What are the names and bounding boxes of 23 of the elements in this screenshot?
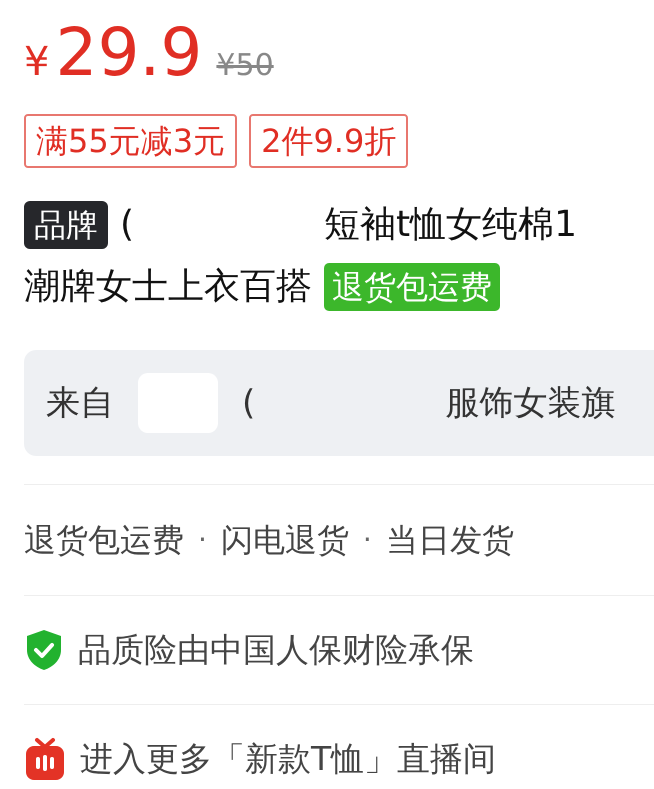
product-title: 潮牌女士上衣百搭 — [24, 265, 312, 309]
separator-dot: · — [362, 522, 372, 558]
free-return-tag: 退货包运费 — [324, 263, 500, 311]
coupon-tag: 2件9.9折 — [249, 114, 408, 168]
separator-dot: · — [198, 522, 207, 558]
currency-symbol: ¥ — [24, 38, 50, 87]
original-price: ¥50 — [216, 47, 274, 85]
store-label: 来自 — [46, 382, 114, 424]
store-name: 服饰女装旗 — [445, 382, 616, 424]
tv-icon — [24, 736, 66, 782]
store-card[interactable]: 来自 ( 服饰女装旗 — [24, 350, 654, 456]
store-name: ( — [242, 382, 256, 424]
service-label: 闪电退货 — [220, 520, 349, 561]
coupon-tag: 满55元减3元 — [24, 114, 238, 168]
shield-check-icon — [24, 628, 64, 672]
info-row-text[interactable]: 进入更多「新款T恤」直播间 — [80, 734, 496, 784]
brand-badge: 品牌 — [24, 201, 108, 249]
service-label: 退货包运费 — [24, 520, 184, 561]
service-label: 当日发货 — [386, 520, 514, 561]
info-row-text: 品质险由中国人保财险承保 — [78, 629, 474, 672]
price: 29.9 — [55, 20, 202, 86]
product-title: ( — [120, 203, 134, 247]
product-title: 短袖t恤女纯棉1 — [324, 203, 578, 247]
